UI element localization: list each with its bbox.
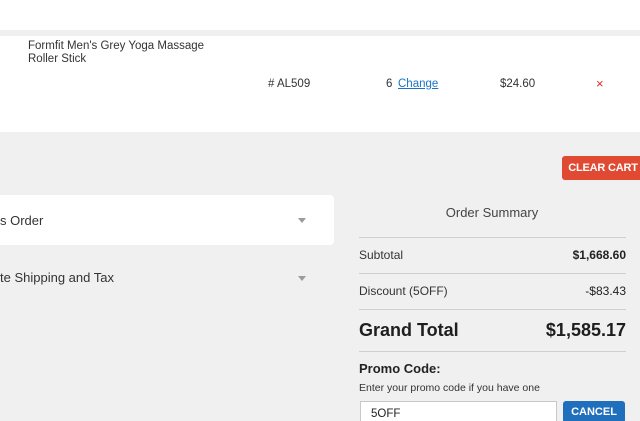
discount-value: -$83.43 <box>585 284 626 298</box>
order-summary-title: Order Summary <box>445 205 539 220</box>
subtotal-value: $1,668.60 <box>572 248 626 262</box>
change-quantity-link[interactable]: Change <box>398 78 438 90</box>
accordion-shipping-panel[interactable]: te Shipping and Tax <box>0 258 334 298</box>
grand-total-label: Grand Total <box>359 320 459 340</box>
cart-item-name: Formfit Men's Grey Yoga Massage Roller S… <box>28 40 205 65</box>
accordion-order-panel[interactable]: s Order <box>0 195 334 245</box>
cancel-promo-button[interactable]: CANCEL <box>563 401 625 421</box>
top-panel <box>0 0 640 30</box>
accordion-shipping-label: te Shipping and Tax <box>0 270 114 285</box>
divider <box>359 237 626 238</box>
clear-cart-button[interactable]: CLEAR CART <box>562 156 640 180</box>
chevron-down-icon <box>298 218 306 223</box>
chevron-down-icon <box>298 276 306 281</box>
discount-label: Discount (5OFF) <box>359 284 448 298</box>
remove-item-icon[interactable]: × <box>596 76 604 91</box>
promo-code-hint: Enter your promo code if you have one <box>359 382 540 394</box>
cart-item-price: $24.60 <box>500 78 536 90</box>
cart-item-quantity: 6 <box>386 78 393 90</box>
subtotal-label: Subtotal <box>359 248 404 262</box>
grand-total-value: $1,585.17 <box>545 320 626 340</box>
accordion-order-label: s Order <box>0 213 44 228</box>
divider <box>359 309 626 310</box>
promo-code-input[interactable] <box>360 401 557 421</box>
promo-code-title: Promo Code: <box>359 361 441 376</box>
divider <box>359 273 626 274</box>
cart-item-sku: # AL509 <box>268 78 311 90</box>
divider <box>359 351 626 352</box>
